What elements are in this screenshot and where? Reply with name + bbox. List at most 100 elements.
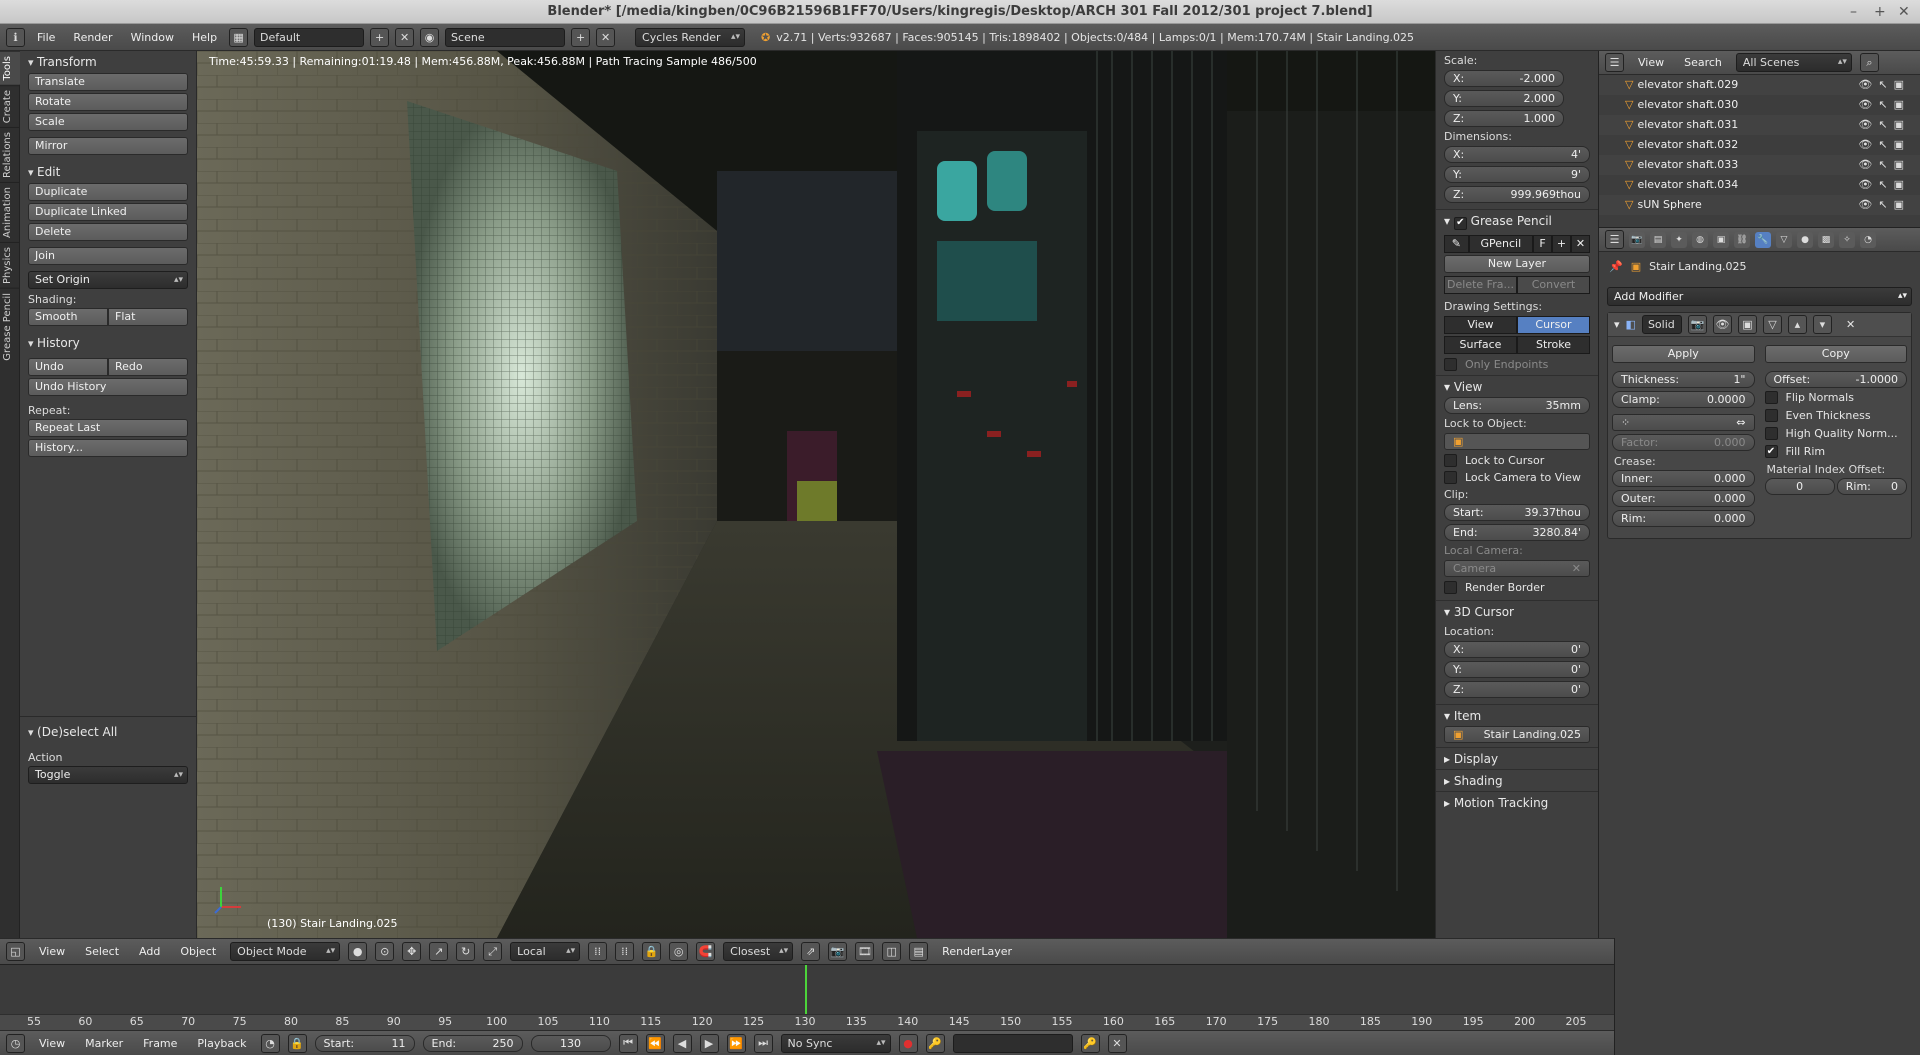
close-button[interactable]: ✕ <box>1898 0 1910 24</box>
scale-y-field[interactable]: Y: 2.000 <box>1444 90 1564 107</box>
menu-select[interactable]: Select <box>79 942 125 961</box>
opengl-anim-icon[interactable]: 🎞 <box>855 942 875 961</box>
add-modifier-dropdown[interactable]: Add Modifier ▴▾ <box>1607 287 1912 306</box>
vertex-group-field[interactable]: ⁘ ⇔ <box>1612 414 1755 431</box>
history-button[interactable]: History... <box>28 439 188 457</box>
redo-button[interactable]: Redo <box>108 358 188 376</box>
outliner-row[interactable]: ▽ sUN Sphere 👁↖▣ <box>1599 195 1920 215</box>
modifier-name-field[interactable]: Solid <box>1641 315 1682 334</box>
high-quality-normals-checkbox[interactable]: High Quality Norm... <box>1764 427 1908 440</box>
tab-grease-pencil[interactable]: Grease Pencil <box>0 287 20 365</box>
remove-modifier-icon[interactable]: ✕ <box>1846 318 1855 331</box>
draw-surface-button[interactable]: Surface <box>1444 336 1517 354</box>
outliner-row[interactable]: ▽ elevator shaft.030 👁↖▣ <box>1599 95 1920 115</box>
operator-panel-header[interactable]: (De)select All <box>20 721 196 743</box>
flip-normals-checkbox[interactable]: Flip Normals <box>1764 391 1908 404</box>
lock-layers-icon[interactable]: 🔒 <box>642 942 662 961</box>
smooth-button[interactable]: Smooth <box>28 308 108 326</box>
sync-mode-dropdown[interactable]: No Sync ▴▾ <box>780 1033 891 1053</box>
cursor-x-field[interactable]: X: 0' <box>1444 641 1590 658</box>
layout-icon[interactable]: ▦ <box>229 27 249 47</box>
timeline-ruler[interactable]: 55 60 65 70 75 80 85 90 95 100 105 110 115 120 125 130 1… <box>0 1014 1614 1030</box>
properties-editor-icon[interactable]: ☰ <box>1605 230 1624 249</box>
undo-history-button[interactable]: Undo History <box>28 378 188 396</box>
snap-icon[interactable]: 🧲 <box>696 942 716 961</box>
timeline-playhead[interactable] <box>805 965 807 1015</box>
show-render-icon[interactable]: 📷 <box>1687 315 1707 334</box>
cursor-y-field[interactable]: Y: 0' <box>1444 661 1590 678</box>
repeat-last-button[interactable]: Repeat Last <box>28 419 188 437</box>
proportional-edit-icon[interactable]: ◎ <box>669 942 689 961</box>
thickness-field[interactable]: Thickness: 1" <box>1612 371 1755 388</box>
grease-pencil-panel-header[interactable]: ✔ Grease Pencil <box>1436 209 1598 231</box>
editor-type-icon[interactable]: ℹ <box>6 27 25 47</box>
undo-button[interactable]: Undo <box>28 358 108 376</box>
3d-viewport[interactable]: Time:45:59.33 | Remaining:01:19.48 | Mem… <box>197 51 1435 938</box>
clip-end-field[interactable]: End: 3280.84' <box>1444 524 1590 541</box>
render-engine-dropdown[interactable]: Cycles Render ▴▾ <box>635 27 746 47</box>
scene-field[interactable]: Scene <box>445 27 566 47</box>
tab-physics[interactable]: Physics <box>0 241 20 288</box>
material-tab-icon[interactable]: ● <box>1797 231 1813 248</box>
even-thickness-checkbox[interactable]: Even Thickness <box>1764 409 1908 422</box>
menu-object[interactable]: Object <box>174 942 222 961</box>
viewport-shading-icon[interactable]: ● <box>348 942 368 961</box>
manipulator-icon[interactable]: ✥ <box>402 942 422 961</box>
delete-keyframe-icon[interactable]: ✕ <box>1107 1033 1127 1053</box>
scene-tab-icon[interactable]: ✦ <box>1671 231 1687 248</box>
layers-grid-icon[interactable]: ⁞⁞ <box>615 942 635 961</box>
record-icon[interactable]: ● <box>898 1033 918 1053</box>
draw-view-button[interactable]: View <box>1444 316 1517 334</box>
translate-button[interactable]: Translate <box>28 73 188 91</box>
menu-window[interactable]: Window <box>125 28 180 47</box>
scale-button[interactable]: Scale <box>28 113 188 131</box>
move-down-icon[interactable]: ▾ <box>1812 315 1832 334</box>
on-cage-icon[interactable]: ▽ <box>1762 315 1782 334</box>
translate-manipulator-icon[interactable]: ↗ <box>429 942 449 961</box>
menu-file[interactable]: File <box>31 28 61 47</box>
outliner-row[interactable]: ▽ elevator shaft.029 👁↖▣ <box>1599 75 1920 95</box>
crease-rim-field[interactable]: Rim: 0.000 <box>1612 510 1755 527</box>
tab-animation[interactable]: Animation <box>0 181 20 242</box>
move-up-icon[interactable]: ▴ <box>1787 315 1807 334</box>
offset-field[interactable]: Offset: -1.0000 <box>1764 371 1907 388</box>
transform-orientation-dropdown[interactable]: Local ▴▾ <box>510 942 581 961</box>
tab-create[interactable]: Create <box>0 84 20 127</box>
render-layer-toggle-icon[interactable]: ◫ <box>882 942 902 961</box>
scale-z-field[interactable]: Z: 1.000 <box>1444 110 1564 127</box>
timeline-menu-frame[interactable]: Frame <box>137 1034 183 1053</box>
align-rotation-icon[interactable]: ⇗ <box>801 942 821 961</box>
remove-layout-icon[interactable]: ✕ <box>395 27 415 47</box>
material-offset-field[interactable]: 0 <box>1764 478 1835 495</box>
duplicate-linked-button[interactable]: Duplicate Linked <box>28 203 188 221</box>
show-viewport-icon[interactable]: 👁 <box>1712 315 1732 334</box>
flat-button[interactable]: Flat <box>108 308 188 326</box>
remove-scene-icon[interactable]: ✕ <box>596 27 616 47</box>
world-tab-icon[interactable]: ◍ <box>1692 231 1708 248</box>
pin-icon[interactable]: 📌 <box>1609 260 1623 273</box>
outliner-row[interactable]: ▽ elevator shaft.032 👁↖▣ <box>1599 135 1920 155</box>
view-panel-header[interactable]: View <box>1436 375 1598 397</box>
play-icon[interactable]: ▶ <box>699 1033 719 1053</box>
outliner-row[interactable]: ▽ elevator shaft.033 👁↖▣ <box>1599 155 1920 175</box>
set-origin-dropdown[interactable]: Set Origin ▴▾ <box>28 271 188 289</box>
timeline-editor-icon[interactable]: ◷ <box>6 1033 25 1053</box>
layout-field[interactable]: Default <box>254 27 365 47</box>
object-tab-icon[interactable]: ▣ <box>1713 231 1729 248</box>
snap-target-dropdown[interactable]: Closest ▴▾ <box>723 942 794 961</box>
factor-field[interactable]: Factor: 0.000 <box>1612 434 1755 451</box>
lock-camera-checkbox[interactable]: Lock Camera to View <box>1444 471 1590 484</box>
tab-tools[interactable]: Tools <box>0 51 20 85</box>
jump-start-icon[interactable]: ⏮ <box>618 1033 638 1053</box>
item-panel-header[interactable]: Item <box>1436 704 1598 726</box>
pencil-icon[interactable]: ✎ <box>1444 235 1469 253</box>
collapse-chevron-icon[interactable]: ▾ <box>1614 318 1620 331</box>
keying-set-icon[interactable]: 🔑 <box>925 1033 945 1053</box>
rotate-manipulator-icon[interactable]: ↻ <box>456 942 476 961</box>
timeline-menu-playback[interactable]: Playback <box>191 1034 252 1053</box>
play-reverse-icon[interactable]: ◀ <box>672 1033 692 1053</box>
render-layer-label[interactable]: RenderLayer <box>936 942 1018 961</box>
apply-button[interactable]: Apply <box>1612 345 1755 363</box>
join-button[interactable]: Join <box>28 247 188 265</box>
mirror-button[interactable]: Mirror <box>28 137 188 155</box>
